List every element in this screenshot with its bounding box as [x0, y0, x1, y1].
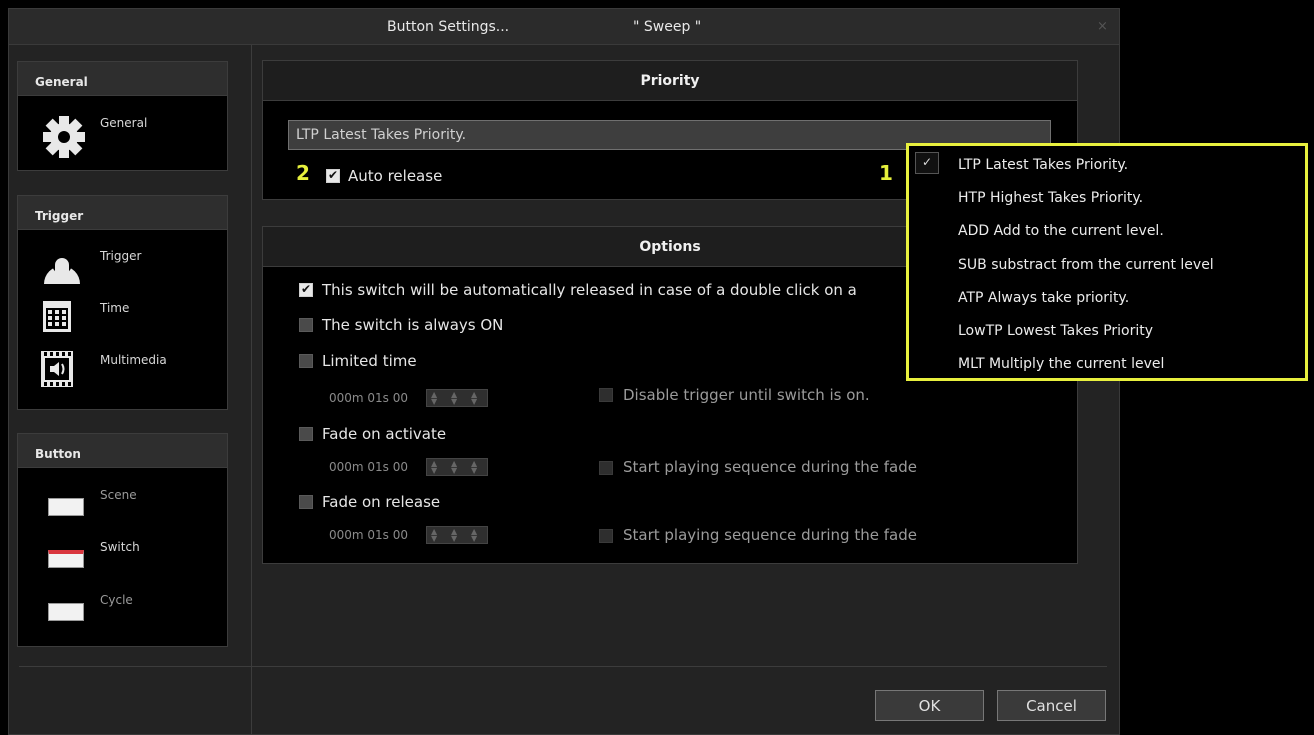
limited-time-value[interactable]: 000m 01s 00	[329, 391, 408, 405]
fade-release-spinner[interactable]: ▲ ▼ ▲ ▼ ▲ ▼	[426, 526, 488, 544]
spin-arrows-icon: ▲ ▼	[431, 390, 438, 406]
sidebar-item-switch[interactable]: Switch	[100, 540, 140, 554]
sidebar-item-time[interactable]: Time	[100, 301, 129, 315]
sidebar-item-trigger[interactable]: Trigger	[100, 249, 141, 263]
switch-button-icon[interactable]	[48, 550, 84, 568]
start-sequence-release-checkbox[interactable]	[599, 529, 613, 543]
spin-arrows-icon: ▲ ▼	[471, 390, 478, 406]
double-click-release-checkbox[interactable]	[299, 282, 313, 297]
general-group-heading: General	[18, 62, 227, 96]
sidebar-item-multimedia[interactable]: Multimedia	[100, 353, 167, 367]
sidebar-item-scene[interactable]: Scene	[100, 488, 137, 502]
fade-release-label: Fade on release	[322, 493, 441, 511]
priority-option-ltp[interactable]: LTP Latest Takes Priority.	[958, 157, 1128, 173]
fade-activate-time-value[interactable]: 000m 01s 00	[329, 460, 408, 474]
limited-time-label: Limited time	[322, 352, 417, 370]
marker-two: 2	[296, 161, 310, 185]
fade-activate-checkbox[interactable]	[299, 427, 313, 441]
touch-icon[interactable]	[40, 242, 84, 286]
auto-release-label: Auto release	[348, 167, 443, 185]
title-bar: Button Settings... " Sweep " ×	[9, 9, 1119, 45]
cancel-button[interactable]: Cancel	[997, 690, 1106, 721]
fade-activate-spinner[interactable]: ▲ ▼ ▲ ▼ ▲ ▼	[426, 458, 488, 476]
dialog-title: Button Settings...	[387, 19, 510, 35]
button-group-heading: Button	[18, 434, 227, 468]
spin-arrows-icon: ▲ ▼	[471, 527, 478, 543]
horizontal-divider	[19, 666, 1107, 667]
start-sequence-release-label: Start playing sequence during the fade	[623, 526, 917, 544]
spin-arrows-icon: ▲ ▼	[471, 459, 478, 475]
sidebar-item-cycle[interactable]: Cycle	[100, 593, 133, 607]
priority-option-atp[interactable]: ATP Always take priority.	[958, 290, 1129, 306]
priority-dropdown-list: ✓ LTP Latest Takes Priority. HTP Highest…	[906, 143, 1308, 381]
trigger-group-heading: Trigger	[18, 196, 227, 230]
priority-option-sub[interactable]: SUB substract from the current level	[958, 257, 1214, 273]
disable-trigger-checkbox[interactable]	[599, 388, 613, 402]
cycle-button-icon[interactable]	[48, 603, 84, 621]
scene-button-icon[interactable]	[48, 498, 84, 516]
dialog-subtitle: " Sweep "	[633, 19, 702, 35]
start-sequence-activate-checkbox[interactable]	[599, 461, 613, 475]
priority-option-htp[interactable]: HTP Highest Takes Priority.	[958, 190, 1143, 206]
always-on-checkbox[interactable]	[299, 318, 313, 332]
spin-arrows-icon: ▲ ▼	[451, 390, 458, 406]
sidebar-item-general[interactable]: General	[100, 116, 147, 130]
ok-button[interactable]: OK	[875, 690, 984, 721]
close-icon[interactable]: ×	[1097, 19, 1108, 34]
limited-time-checkbox[interactable]	[299, 354, 313, 368]
fade-activate-label: Fade on activate	[322, 425, 447, 443]
auto-release-checkbox[interactable]	[326, 168, 340, 183]
priority-heading: Priority	[263, 61, 1077, 101]
gear-icon[interactable]	[40, 113, 88, 161]
always-on-label: The switch is always ON	[322, 316, 504, 334]
priority-option-add[interactable]: ADD Add to the current level.	[958, 223, 1164, 239]
disable-trigger-label: Disable trigger until switch is on.	[623, 386, 870, 404]
spin-arrows-icon: ▲ ▼	[451, 459, 458, 475]
marker-one: 1	[879, 161, 893, 185]
double-click-release-label: This switch will be automatically releas…	[322, 281, 857, 299]
start-sequence-activate-label: Start playing sequence during the fade	[623, 458, 917, 476]
fade-release-time-value[interactable]: 000m 01s 00	[329, 528, 408, 542]
spin-arrows-icon: ▲ ▼	[451, 527, 458, 543]
selected-check-icon: ✓	[915, 152, 939, 174]
priority-option-mlt[interactable]: MLT Multiply the current level	[958, 356, 1164, 372]
spin-arrows-icon: ▲ ▼	[431, 527, 438, 543]
vertical-divider	[251, 45, 252, 735]
calendar-icon[interactable]	[41, 298, 73, 334]
film-icon[interactable]	[40, 350, 74, 388]
limited-time-spinner[interactable]: ▲ ▼ ▲ ▼ ▲ ▼	[426, 389, 488, 407]
fade-release-checkbox[interactable]	[299, 495, 313, 509]
priority-option-lowtp[interactable]: LowTP Lowest Takes Priority	[958, 323, 1153, 339]
spin-arrows-icon: ▲ ▼	[431, 459, 438, 475]
